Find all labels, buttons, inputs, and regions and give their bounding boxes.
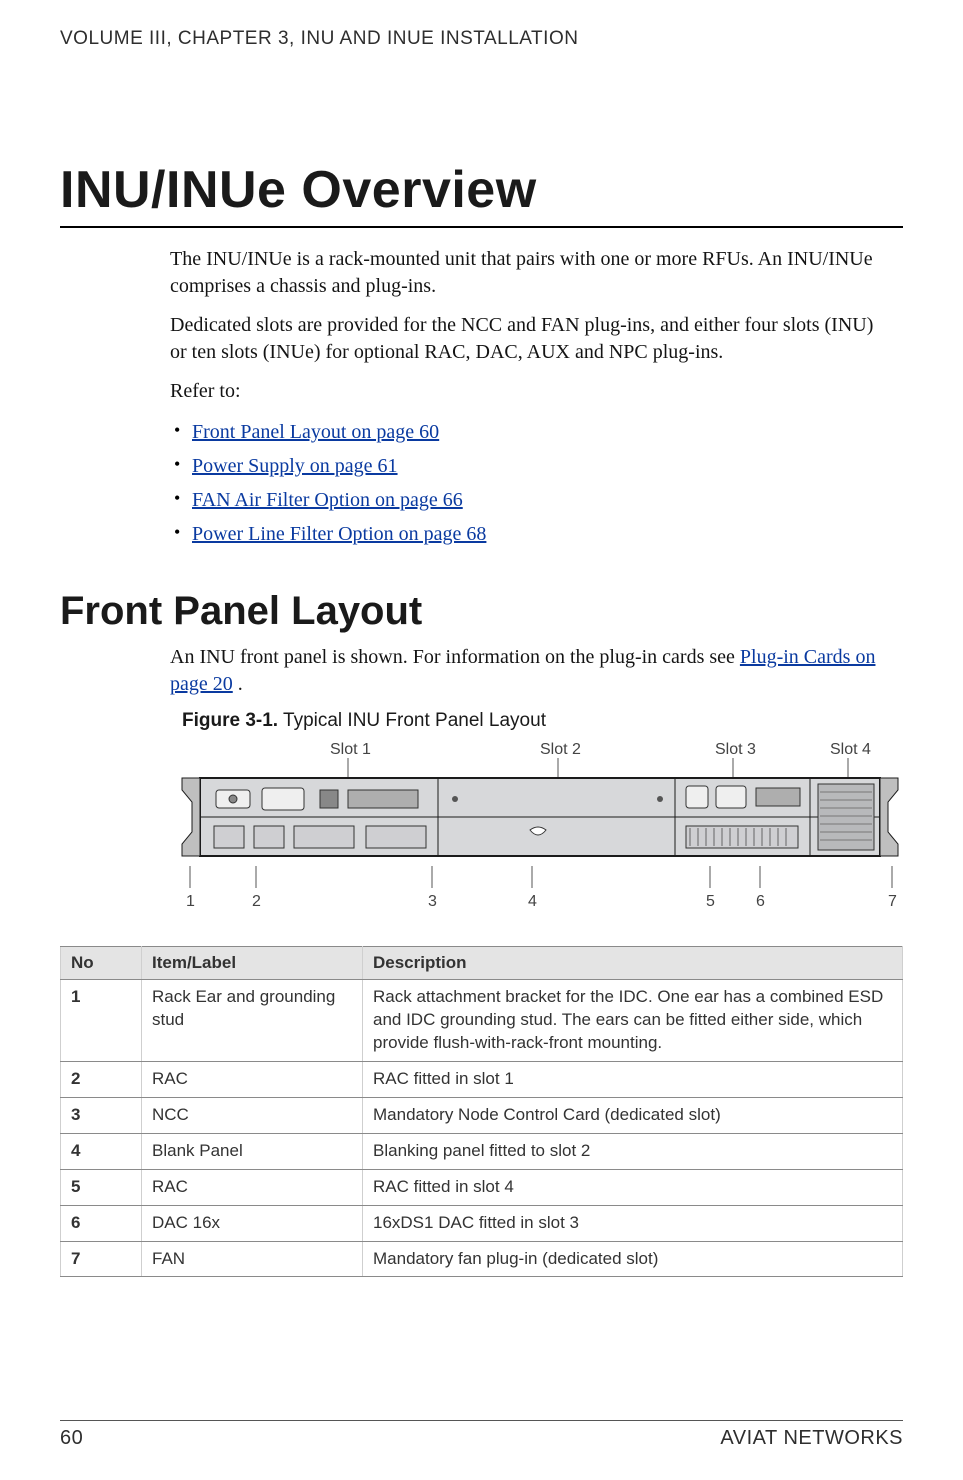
cell-no: 6 <box>61 1205 142 1241</box>
cell-desc: Mandatory fan plug-in (dedicated slot) <box>363 1241 903 1277</box>
link-power-line-filter[interactable]: Power Line Filter Option on page 68 <box>192 523 486 545</box>
description-table: No Item/Label Description 1 Rack Ear and… <box>60 946 903 1277</box>
table-header-row: No Item/Label Description <box>61 947 903 980</box>
callout-1: 1 <box>186 893 195 910</box>
title-rule <box>60 226 903 228</box>
slot-1-label: Slot 1 <box>330 741 371 758</box>
table-row: 7 FAN Mandatory fan plug-in (dedicated s… <box>61 1241 903 1277</box>
list-item: FAN Air Filter Option on page 66 <box>170 485 883 515</box>
figure-label: Figure 3-1. <box>182 710 278 731</box>
section-heading-front-panel: Front Panel Layout <box>60 589 903 634</box>
slot-4-label: Slot 4 <box>830 741 871 758</box>
cell-item: Blank Panel <box>142 1133 363 1169</box>
table-row: 6 DAC 16x 16xDS1 DAC fitted in slot 3 <box>61 1205 903 1241</box>
page-number: 60 <box>60 1427 83 1450</box>
intro-paragraph-1: The INU/INUe is a rack-mounted unit that… <box>170 246 883 300</box>
section-text-b: . <box>233 673 243 695</box>
table-row: 4 Blank Panel Blanking panel fitted to s… <box>61 1133 903 1169</box>
list-item: Power Line Filter Option on page 68 <box>170 519 883 549</box>
callout-5: 5 <box>706 893 715 910</box>
refer-to-label: Refer to: <box>170 378 883 405</box>
cell-item: DAC 16x <box>142 1205 363 1241</box>
callout-3: 3 <box>428 893 437 910</box>
table-row: 1 Rack Ear and grounding stud Rack attac… <box>61 980 903 1062</box>
callout-6: 6 <box>756 893 765 910</box>
cell-no: 1 <box>61 980 142 1062</box>
cell-desc: Blanking panel fitted to slot 2 <box>363 1133 903 1169</box>
cell-no: 4 <box>61 1133 142 1169</box>
link-power-supply[interactable]: Power Supply on page 61 <box>192 455 398 477</box>
reference-list: Front Panel Layout on page 60 Power Supp… <box>170 417 883 549</box>
intro-paragraph-2: Dedicated slots are provided for the NCC… <box>170 312 883 366</box>
list-item: Power Supply on page 61 <box>170 451 883 481</box>
cell-desc: RAC fitted in slot 1 <box>363 1061 903 1097</box>
cell-item: FAN <box>142 1241 363 1277</box>
link-fan-air-filter[interactable]: FAN Air Filter Option on page 66 <box>192 489 463 511</box>
col-desc: Description <box>363 947 903 980</box>
figure-title: Typical INU Front Panel Layout <box>278 710 546 731</box>
cell-no: 3 <box>61 1097 142 1133</box>
running-head: VOLUME III, CHAPTER 3, INU AND INUE INST… <box>60 28 903 50</box>
cell-item: RAC <box>142 1169 363 1205</box>
page-footer: 60 AVIAT NETWORKS <box>60 1420 903 1450</box>
figure-caption: Figure 3-1. Typical INU Front Panel Layo… <box>182 710 883 732</box>
cell-item: NCC <box>142 1097 363 1133</box>
link-front-panel-layout[interactable]: Front Panel Layout on page 60 <box>192 421 439 443</box>
table-row: 5 RAC RAC fitted in slot 4 <box>61 1169 903 1205</box>
cell-desc: Mandatory Node Control Card (dedicated s… <box>363 1097 903 1133</box>
col-no: No <box>61 947 142 980</box>
section-paragraph: An INU front panel is shown. For informa… <box>170 644 883 698</box>
table-row: 3 NCC Mandatory Node Control Card (dedic… <box>61 1097 903 1133</box>
footer-org: AVIAT NETWORKS <box>720 1427 903 1450</box>
slot-3-label: Slot 3 <box>715 741 756 758</box>
cell-no: 2 <box>61 1061 142 1097</box>
cell-no: 7 <box>61 1241 142 1277</box>
table-row: 2 RAC RAC fitted in slot 1 <box>61 1061 903 1097</box>
callout-2: 2 <box>252 893 261 910</box>
footer-rule <box>60 1420 903 1421</box>
list-item: Front Panel Layout on page 60 <box>170 417 883 447</box>
page-title: INU/INUe Overview <box>60 160 903 220</box>
cell-desc: RAC fitted in slot 4 <box>363 1169 903 1205</box>
cell-no: 5 <box>61 1169 142 1205</box>
cell-item: RAC <box>142 1061 363 1097</box>
callout-4: 4 <box>528 893 537 910</box>
cell-desc: 16xDS1 DAC fitted in slot 3 <box>363 1205 903 1241</box>
cell-desc: Rack attachment bracket for the IDC. One… <box>363 980 903 1062</box>
section-text-a: An INU front panel is shown. For informa… <box>170 646 740 668</box>
figure-svg: Slot 1 Slot 2 Slot 3 Slot 4 <box>170 738 903 918</box>
slot-2-label: Slot 2 <box>540 741 581 758</box>
figure-inu-front-panel: Slot 1 Slot 2 Slot 3 Slot 4 <box>170 738 883 918</box>
col-item: Item/Label <box>142 947 363 980</box>
callout-7: 7 <box>888 893 897 910</box>
cell-item: Rack Ear and grounding stud <box>142 980 363 1062</box>
